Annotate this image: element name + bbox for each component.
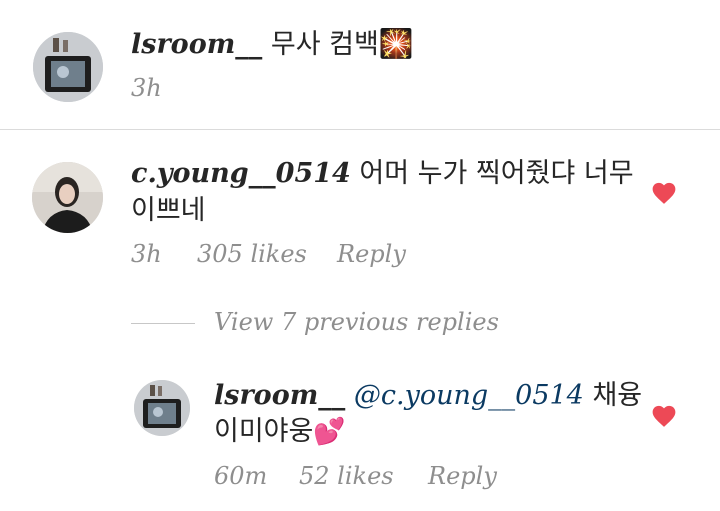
reply-text-line1: 채융 — [592, 380, 643, 411]
comment-text-line1: 어머 누가 찍어줬댜 너무 — [359, 158, 634, 189]
avatar[interactable] — [32, 162, 103, 233]
comment-row-1: c.young__0514 어머 누가 찍어줬댜 너무 — [131, 156, 634, 192]
comment-row-2: 이쁘네 — [131, 193, 206, 229]
divider — [0, 129, 720, 130]
caption-text: 무사 컴백 — [270, 29, 379, 60]
reply-reply-button[interactable]: Reply — [428, 462, 497, 490]
comment-time: 3h — [131, 240, 162, 268]
reply-likes[interactable]: 52 likes — [299, 462, 394, 490]
avatar-image — [134, 380, 190, 436]
fireworks-emoji: 🎇 — [378, 27, 414, 60]
replies-line — [131, 323, 195, 324]
comment-username[interactable]: c.young__0514 — [131, 158, 351, 189]
reply-username[interactable]: lsroom__ — [214, 380, 345, 411]
caption-row: lsroom__ 무사 컴백🎇 — [131, 26, 414, 63]
reply-row-2: 이미야웅💕 — [214, 414, 346, 450]
heart-icon[interactable] — [651, 181, 677, 205]
two-hearts-emoji: 💕 — [313, 417, 346, 447]
avatar-image — [33, 32, 103, 102]
avatar[interactable] — [33, 32, 103, 102]
comment-reply-button[interactable]: Reply — [337, 240, 406, 268]
reply-mention[interactable]: @c.young__0514 — [354, 380, 584, 411]
comment-likes[interactable]: 305 likes — [197, 240, 307, 268]
reply-row-1: lsroom__ @c.young__0514 채융 — [214, 378, 642, 414]
view-previous-replies-link[interactable]: View 7 previous replies — [214, 308, 499, 336]
caption-time: 3h — [131, 74, 162, 102]
comment-text-line2: 이쁘네 — [131, 195, 206, 226]
caption-username[interactable]: lsroom__ — [131, 29, 262, 60]
heart-icon[interactable] — [651, 404, 677, 428]
avatar[interactable] — [134, 380, 190, 436]
avatar-image — [32, 162, 103, 233]
reply-time: 60m — [214, 462, 268, 490]
reply-text-line2: 이미야웅 — [214, 416, 314, 447]
